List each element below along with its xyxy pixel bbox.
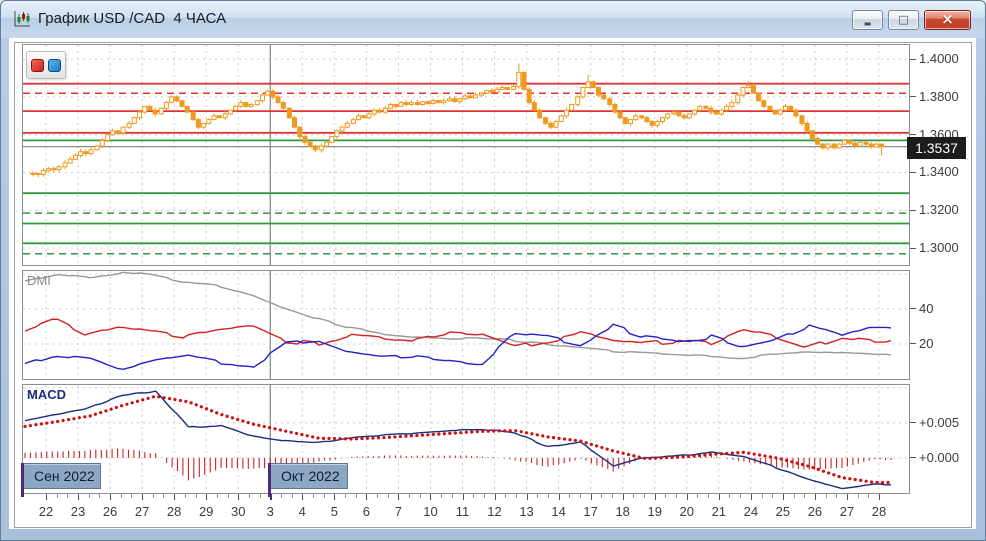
month-marker-october [268,463,271,497]
month-label-october: Окт 2022 [270,463,348,489]
maximize-button[interactable]: □ [888,10,919,30]
app-window: График USD /CAD 4 ЧАСА ▬ □ × DMI MACD Се… [0,0,986,541]
close-icon: × [941,10,954,28]
window-controls: ▬ □ × [852,10,971,30]
blue-marker-button[interactable] [48,59,61,72]
month-marker-september [21,463,24,497]
titlebar[interactable]: График USD /CAD 4 ЧАСА ▬ □ × [1,1,985,38]
chart-toolbar [26,51,66,79]
macd-panel[interactable] [22,384,910,494]
close-button[interactable]: × [924,10,971,30]
macd-label: MACD [27,387,66,402]
maximize-icon: □ [898,13,908,26]
candlestick-chart-icon [12,10,32,28]
dmi-chart[interactable] [23,271,909,379]
minimize-icon: ▬ [864,19,872,28]
red-marker-button[interactable] [31,59,44,72]
price-chart[interactable] [23,45,909,265]
minimize-button[interactable]: ▬ [852,10,883,30]
dmi-label: DMI [27,273,51,288]
macd-chart[interactable] [23,385,909,493]
dmi-panel[interactable] [22,270,910,380]
month-label-september: Сен 2022 [23,463,101,489]
price-panel[interactable] [22,44,910,266]
window-title: График USD /CAD 4 ЧАСА [38,10,226,27]
current-price-tag: 1.3537 [907,137,966,159]
